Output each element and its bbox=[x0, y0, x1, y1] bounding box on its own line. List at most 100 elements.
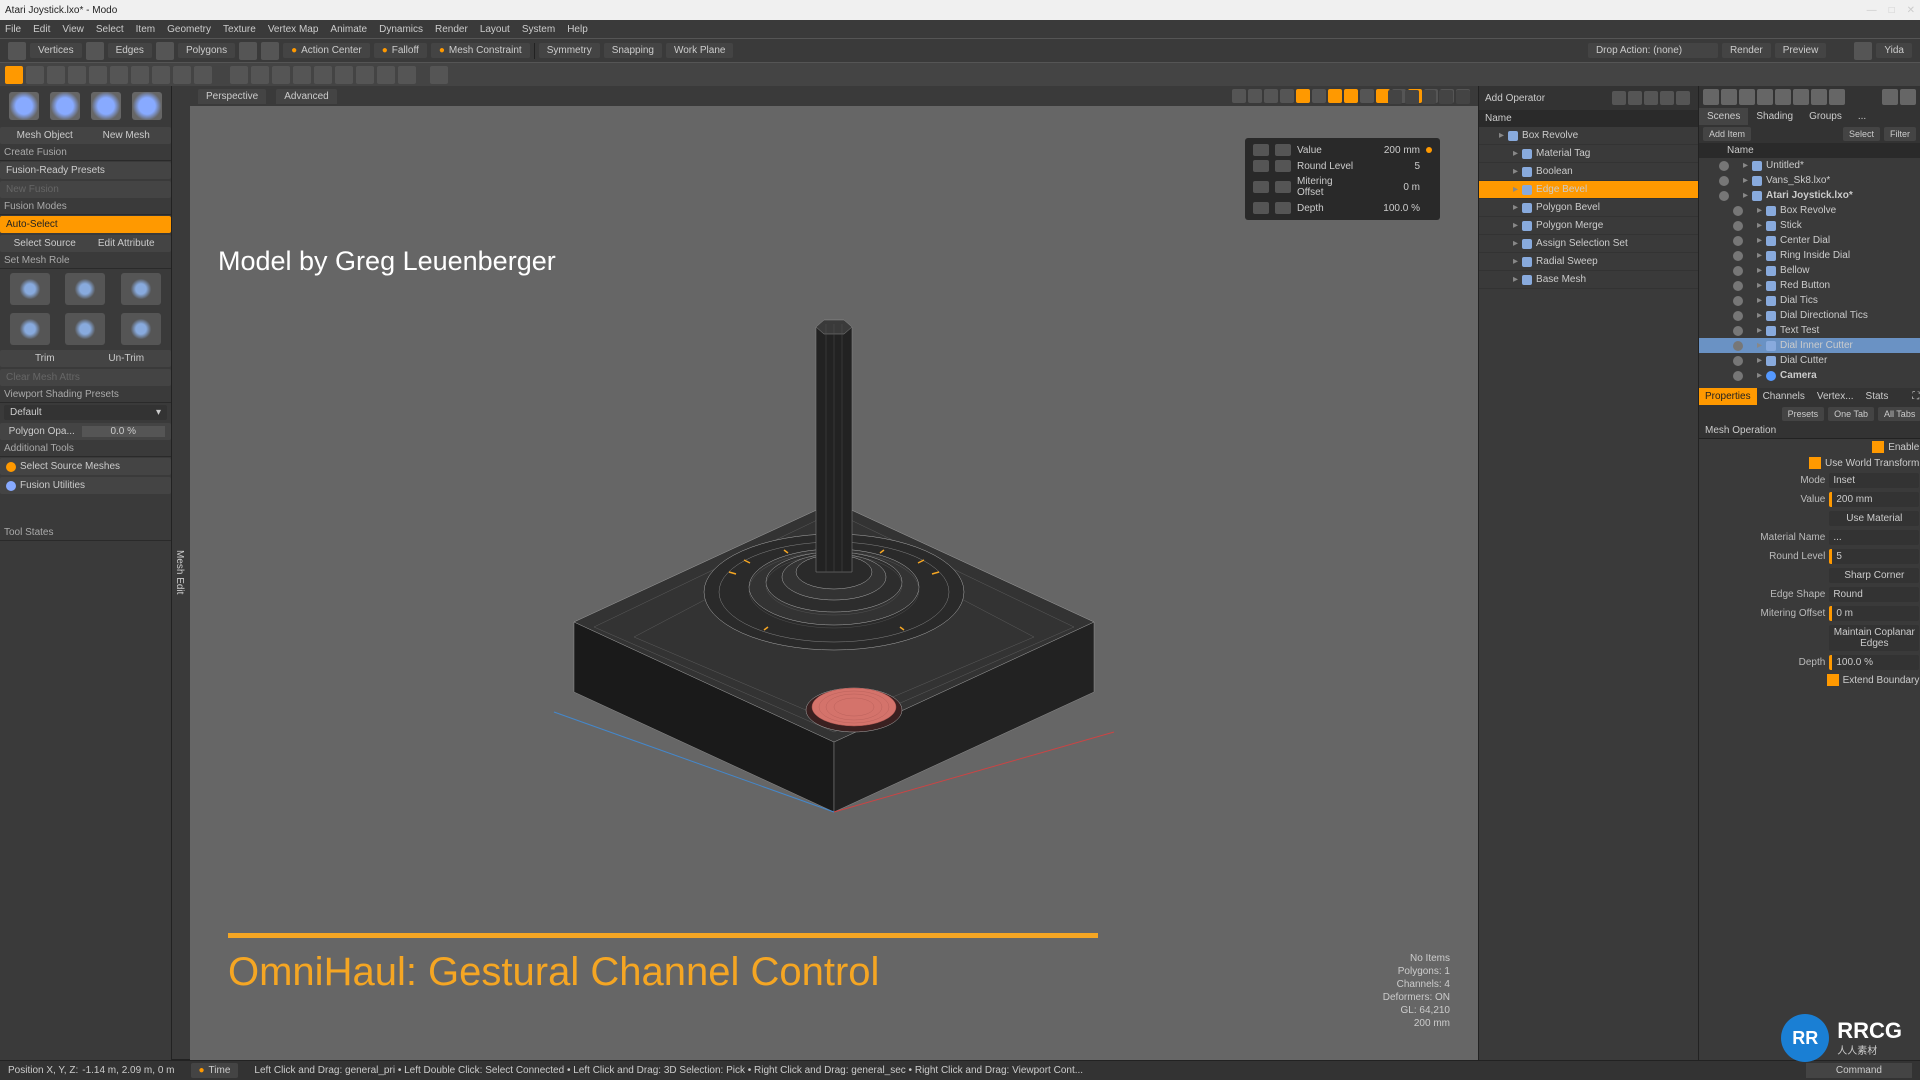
property-row[interactable]: Depth100.0 % bbox=[1699, 653, 1920, 672]
vp-icon[interactable] bbox=[1360, 89, 1374, 103]
shading-presets-header[interactable]: Viewport Shading Presets bbox=[0, 387, 171, 403]
minimize-button[interactable]: — bbox=[1867, 5, 1877, 16]
mesh-icon[interactable] bbox=[132, 92, 162, 120]
property-row[interactable]: Maintain Coplanar Edges bbox=[1699, 623, 1920, 653]
drop-action-select[interactable]: Drop Action: (none) bbox=[1588, 43, 1718, 58]
vp-icon[interactable] bbox=[1344, 89, 1358, 103]
operator-row[interactable]: ▸Radial Sweep bbox=[1479, 253, 1698, 271]
mesh-role-icon[interactable] bbox=[65, 273, 105, 305]
property-row[interactable]: Material Name... bbox=[1699, 528, 1920, 547]
render-button[interactable]: Render bbox=[1722, 43, 1771, 58]
sphere-icon[interactable] bbox=[1757, 89, 1773, 105]
hud-icon[interactable] bbox=[1253, 160, 1269, 172]
hud-icon[interactable] bbox=[1275, 144, 1291, 156]
action-center-button[interactable]: Action Center bbox=[283, 43, 370, 58]
sphere-icon[interactable] bbox=[1703, 89, 1719, 105]
op-icon[interactable] bbox=[1676, 91, 1690, 105]
tool-icon[interactable] bbox=[398, 66, 416, 84]
one-tab-button[interactable]: One Tab bbox=[1828, 407, 1874, 421]
menu-vertexmap[interactable]: Vertex Map bbox=[268, 24, 319, 35]
fusion-modes-header[interactable]: Fusion Modes bbox=[0, 199, 171, 215]
scene-select-button[interactable]: Select bbox=[1843, 127, 1880, 141]
untrim-button[interactable]: Un-Trim bbox=[88, 353, 166, 364]
scene-tree-row[interactable]: ▸Dial Inner Cutter bbox=[1699, 338, 1920, 353]
scene-tree-row[interactable]: ▸Dial Cutter bbox=[1699, 353, 1920, 368]
name-header[interactable]: Name bbox=[1485, 113, 1512, 124]
preview-button[interactable]: Preview bbox=[1775, 43, 1827, 58]
property-row[interactable]: Extend Boundary bbox=[1699, 672, 1920, 688]
hud-icon[interactable] bbox=[1275, 160, 1291, 172]
set-mesh-role-header[interactable]: Set Mesh Role bbox=[0, 253, 171, 269]
panel-icon[interactable] bbox=[1882, 89, 1898, 105]
mesh-obj-icon[interactable] bbox=[9, 92, 39, 120]
scene-tree-row[interactable]: ▸Dial Directional Tics bbox=[1699, 308, 1920, 323]
add-item-button[interactable]: Add Item bbox=[1703, 127, 1751, 141]
maximize-button[interactable]: □ bbox=[1889, 5, 1895, 16]
work-plane-button[interactable]: Work Plane bbox=[666, 43, 734, 58]
menu-select[interactable]: Select bbox=[96, 24, 124, 35]
tab-stats[interactable]: Stats bbox=[1860, 388, 1895, 405]
operator-row[interactable]: ▸Edge Bevel bbox=[1479, 181, 1698, 199]
mesh-role-icon[interactable] bbox=[10, 273, 50, 305]
property-row[interactable]: Sharp Corner bbox=[1699, 566, 1920, 585]
fusion-utilities-button[interactable]: Fusion Utilities bbox=[0, 477, 171, 494]
tool-icon[interactable] bbox=[68, 66, 86, 84]
sphere-icon[interactable] bbox=[1811, 89, 1827, 105]
mesh-role-icon[interactable] bbox=[121, 313, 161, 345]
scene-tree-row[interactable]: ▸Atari Joystick.lxo* bbox=[1699, 188, 1920, 203]
operator-row[interactable]: ▸Box Revolve bbox=[1479, 127, 1698, 145]
vp-icon[interactable] bbox=[1280, 89, 1294, 103]
operator-row[interactable]: ▸Material Tag bbox=[1479, 145, 1698, 163]
operator-row[interactable]: ▸Base Mesh bbox=[1479, 271, 1698, 289]
scene-tree-row[interactable]: ▸Ring Inside Dial bbox=[1699, 248, 1920, 263]
sphere-icon[interactable] bbox=[1829, 89, 1845, 105]
tool-icon[interactable] bbox=[110, 66, 128, 84]
tab-scenes[interactable]: Scenes bbox=[1699, 108, 1748, 125]
scene-tree-row[interactable]: ▸Stick bbox=[1699, 218, 1920, 233]
menu-texture[interactable]: Texture bbox=[223, 24, 256, 35]
sphere-icon[interactable] bbox=[1775, 89, 1791, 105]
scene-tree-row[interactable]: ▸Box Revolve bbox=[1699, 203, 1920, 218]
tool-icon[interactable] bbox=[194, 66, 212, 84]
link-icon[interactable] bbox=[261, 42, 279, 60]
new-mesh-icon[interactable] bbox=[50, 92, 80, 120]
time-button[interactable]: Time bbox=[209, 1065, 231, 1076]
search-icon[interactable] bbox=[1854, 42, 1872, 60]
operator-row[interactable]: ▸Polygon Bevel bbox=[1479, 199, 1698, 217]
tab-properties[interactable]: Properties bbox=[1699, 388, 1757, 405]
op-icon[interactable] bbox=[1644, 91, 1658, 105]
mesh-operation-header[interactable]: Mesh Operation bbox=[1705, 425, 1919, 436]
add-operator-button[interactable]: Add Operator bbox=[1485, 93, 1545, 104]
property-row[interactable]: Round Level5 bbox=[1699, 547, 1920, 566]
tool-icon[interactable] bbox=[251, 66, 269, 84]
vp-icon[interactable] bbox=[1248, 89, 1262, 103]
advanced-tab[interactable]: Advanced bbox=[276, 89, 336, 104]
menu-help[interactable]: Help bbox=[567, 24, 588, 35]
property-row[interactable]: ModeInset bbox=[1699, 471, 1920, 490]
tool-icon[interactable] bbox=[230, 66, 248, 84]
menu-layout[interactable]: Layout bbox=[480, 24, 510, 35]
vp-icon[interactable] bbox=[1328, 89, 1342, 103]
name-column-header[interactable]: Name bbox=[1727, 145, 1754, 156]
tool-icon[interactable] bbox=[335, 66, 353, 84]
scene-tree-row[interactable]: ▸Vans_Sk8.lxo* bbox=[1699, 173, 1920, 188]
menu-system[interactable]: System bbox=[522, 24, 555, 35]
operator-row[interactable]: ▸Assign Selection Set bbox=[1479, 235, 1698, 253]
tool-icon[interactable] bbox=[293, 66, 311, 84]
tool-icon[interactable] bbox=[89, 66, 107, 84]
vp-icon[interactable] bbox=[1264, 89, 1278, 103]
sphere-icon[interactable] bbox=[1721, 89, 1737, 105]
property-row[interactable]: Value200 mm bbox=[1699, 490, 1920, 509]
property-row[interactable]: Use World Transform bbox=[1699, 455, 1920, 471]
menu-item[interactable]: Item bbox=[136, 24, 155, 35]
tool-states-header[interactable]: Tool States bbox=[0, 525, 171, 541]
tab-shading[interactable]: Shading bbox=[1748, 108, 1801, 125]
mesh-role-icon[interactable] bbox=[121, 273, 161, 305]
perspective-tab[interactable]: Perspective bbox=[198, 89, 266, 104]
tool-icon[interactable] bbox=[377, 66, 395, 84]
vp-gear-icon[interactable] bbox=[1439, 90, 1453, 104]
hud-value[interactable]: 100.0 % bbox=[1360, 203, 1420, 214]
property-row[interactable]: Enable bbox=[1699, 439, 1920, 455]
tool-icon[interactable] bbox=[26, 66, 44, 84]
op-icon[interactable] bbox=[1660, 91, 1674, 105]
